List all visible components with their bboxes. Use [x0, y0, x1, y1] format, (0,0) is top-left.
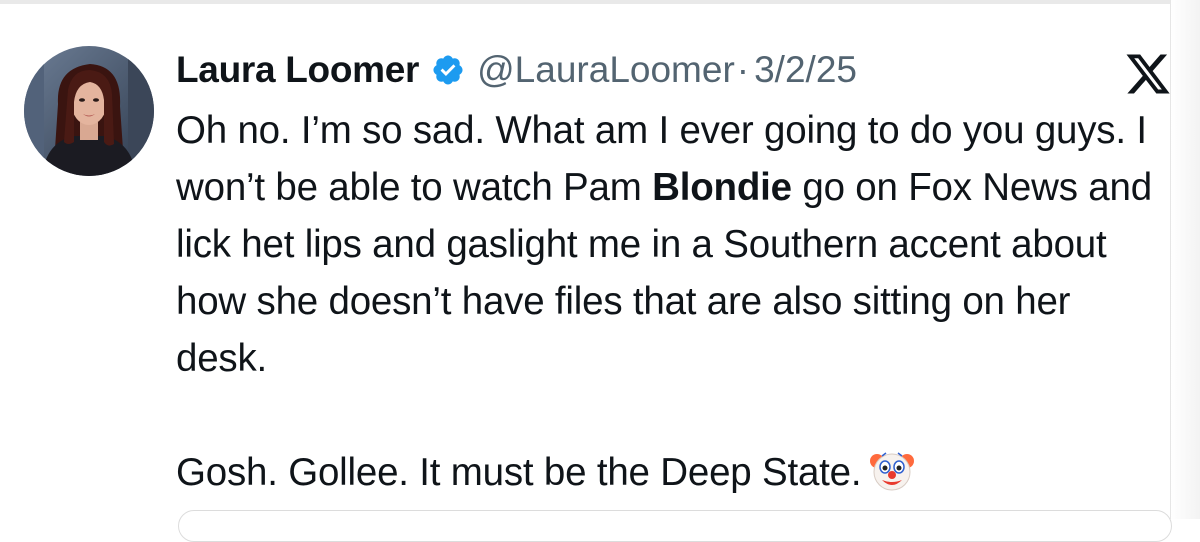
- tweet-paragraph: Oh no. I’m so sad. What am I ever going …: [176, 102, 1166, 387]
- clown-face-icon: [869, 447, 915, 493]
- avatar-photo: [24, 46, 154, 176]
- author-name[interactable]: Laura Loomer: [176, 49, 419, 91]
- scrollbar[interactable]: [1170, 0, 1200, 519]
- top-divider: [0, 0, 1200, 4]
- author-handle[interactable]: @LauraLoomer: [477, 49, 735, 91]
- avatar[interactable]: [24, 46, 154, 176]
- tweet-date[interactable]: 3/2/25: [754, 49, 857, 91]
- tweet-header: Laura Loomer @LauraLoomer · 3/2/25: [176, 42, 857, 98]
- tweet-text: Oh no. I’m so sad. What am I ever going …: [176, 102, 1166, 501]
- tweet-paragraph: Gosh. Gollee. It must be the Deep State.: [176, 444, 1166, 501]
- verified-badge-icon: [431, 53, 465, 87]
- tweet-text-part: Gosh. Gollee. It must be the Deep State.: [176, 451, 862, 494]
- x-logo-icon[interactable]: [1124, 50, 1172, 98]
- separator-dot: ·: [736, 49, 750, 90]
- quote-card[interactable]: [178, 510, 1172, 542]
- tweet-text-bold: Blondie: [652, 166, 792, 209]
